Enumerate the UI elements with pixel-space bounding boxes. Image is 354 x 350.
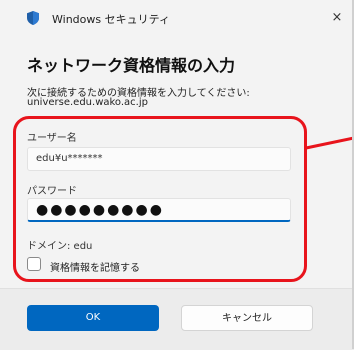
username-field[interactable]: edu¥u*******: [27, 147, 291, 171]
password-label: パスワード: [27, 186, 77, 197]
cancel-button[interactable]: キャンセル: [181, 305, 313, 331]
credential-dialog: Windows セキュリティ × ネットワーク資格情報の入力 次に接続するための…: [0, 0, 354, 350]
close-icon[interactable]: ×: [328, 9, 346, 27]
username-label: ユーザー名: [27, 133, 77, 144]
shield-icon: [27, 11, 39, 25]
annotation-arrow: [305, 136, 354, 150]
password-field[interactable]: ●●●●●●●●●: [27, 198, 291, 222]
remember-checkbox[interactable]: [27, 257, 41, 271]
domain-text: ドメイン: edu: [27, 241, 93, 252]
ok-button[interactable]: OK: [27, 305, 159, 331]
dialog-heading: ネットワーク資格情報の入力: [27, 56, 236, 75]
window-title: Windows セキュリティ: [52, 13, 170, 26]
title-bar: Windows セキュリティ ×: [0, 0, 354, 38]
server-name: universe.edu.wako.ac.jp: [27, 97, 148, 108]
remember-label[interactable]: 資格情報を記憶する: [50, 259, 140, 274]
